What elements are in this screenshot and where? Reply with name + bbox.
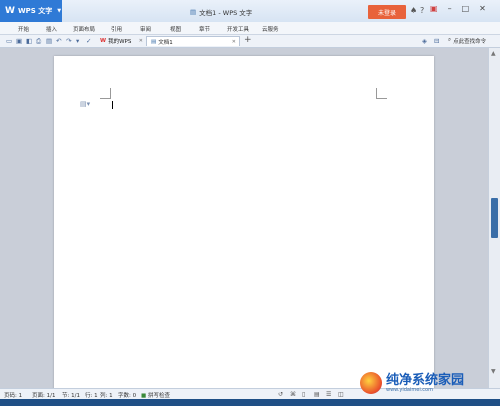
tab-review[interactable]: 审阅 (140, 25, 151, 33)
print-icon[interactable]: ⎙ (36, 37, 41, 46)
tab-view[interactable]: 视图 (170, 25, 181, 33)
status-row: 行: 1 (85, 393, 98, 399)
tab-chapter[interactable]: 章节 (199, 25, 210, 33)
page-view-icon[interactable]: ▯ (302, 391, 305, 398)
tab-document-1[interactable]: ▤ 文档1 ✕ (146, 36, 240, 46)
dropdown-icon[interactable]: ⊟ (434, 37, 439, 45)
print-preview-icon[interactable]: ▤ (46, 37, 52, 45)
menu-tab-bar: 开始 插入 页面布局 引用 审阅 视图 章节 开发工具 云服务 (0, 22, 500, 35)
outline-view-icon[interactable]: ☰ (326, 391, 331, 398)
save-icon[interactable]: ▣ (16, 37, 22, 45)
status-section: 节: 1/1 (62, 393, 80, 399)
export-pdf-icon[interactable]: ◧ (26, 37, 32, 45)
status-column: 列: 1 (100, 393, 113, 399)
history-icon[interactable]: ↺ (278, 391, 283, 398)
watermark-text: 纯净系统家园 (386, 372, 465, 388)
title-bar: W WPS 文字 ▼ ▤ 文档1 - WPS 文字 未登录 ♠ ? ▣ – □ … (0, 0, 500, 23)
status-pages: 页面: 1/1 (32, 393, 56, 399)
status-page-number: 页码: 1 (4, 393, 23, 399)
status-word-count: 字数: 0 (118, 393, 137, 399)
tab-insert[interactable]: 插入 (46, 25, 57, 33)
chevron-down-icon: ▼ (57, 8, 62, 14)
web-view-icon[interactable]: ▤ (314, 391, 320, 398)
app-menu-button[interactable]: W WPS 文字 ▼ (0, 0, 62, 22)
tab-home[interactable]: 开始 (18, 25, 29, 33)
login-button[interactable]: 未登录 (368, 5, 406, 19)
check-icon[interactable]: ✓ (86, 37, 91, 45)
command-search-label: 点此查找命令 (453, 39, 487, 45)
compare-icon[interactable]: ⌘ (290, 391, 296, 398)
tab-my-wps[interactable]: W 我的WPS ✕ (96, 36, 146, 46)
window-title: ▤ 文档1 - WPS 文字 (190, 7, 252, 17)
paragraph-layout-icon[interactable]: ▤▾ (80, 100, 90, 108)
tab-developer-tools[interactable]: 开发工具 (227, 25, 249, 33)
scroll-down-icon[interactable]: ▼ (491, 368, 496, 375)
site-watermark: 纯净系统家园 www.yidaimei.com (360, 372, 464, 394)
tab-page-layout[interactable]: 页面布局 (73, 25, 95, 33)
read-view-icon[interactable]: ◫ (338, 391, 344, 398)
undo-icon[interactable]: ↶ (56, 37, 61, 45)
skin-icon[interactable]: ▣ (430, 4, 438, 13)
close-icon[interactable]: ✕ (139, 38, 143, 44)
window-controls: ▣ – □ ✕ (430, 4, 486, 13)
margin-corner-top-left (100, 88, 111, 99)
close-button[interactable]: ✕ (479, 4, 486, 13)
app-menu-label: WPS 文字 (17, 7, 53, 15)
tab-references[interactable]: 引用 (111, 25, 122, 33)
document-icon: ▤ (151, 38, 157, 45)
pin-icon[interactable]: ◈ (422, 37, 427, 45)
document-icon: ▤ (190, 8, 197, 16)
watermark-logo-icon (360, 372, 382, 394)
open-icon[interactable]: ▭ (6, 37, 12, 45)
maximize-button[interactable]: □ (462, 4, 470, 13)
document-page[interactable]: ▤▾ (54, 56, 434, 391)
command-search[interactable]: ⌕ 点此查找命令 (448, 37, 486, 45)
text-cursor (112, 101, 113, 109)
new-tab-button[interactable]: + (244, 35, 252, 45)
shirt-icon[interactable]: ♠ (410, 6, 417, 15)
margin-corner-top-right (376, 88, 387, 99)
tab-my-wps-label: 我的WPS (108, 39, 132, 45)
taskbar (0, 399, 500, 406)
search-icon: ⌕ (448, 37, 452, 43)
minimize-button[interactable]: – (448, 4, 452, 13)
window-title-text: 文档1 - WPS 文字 (199, 9, 253, 17)
wps-logo-icon: W (100, 38, 107, 44)
quick-toolbar: ▭ ▣ ◧ ⎙ ▤ ↶ ↷ ▾ ✓ W 我的WPS ✕ ▤ 文档1 ✕ + ◈ … (0, 35, 500, 48)
scroll-up-icon[interactable]: ▲ (491, 50, 496, 57)
spell-check-toggle[interactable]: ■ 拼写检查 (141, 391, 170, 399)
wps-logo-icon: W (5, 6, 15, 16)
redo-icon[interactable]: ↷ (66, 37, 71, 45)
close-icon[interactable]: ✕ (232, 39, 236, 45)
scrollbar-thumb[interactable] (491, 198, 498, 238)
tab-cloud-service[interactable]: 云服务 (262, 25, 279, 33)
customize-arrow-icon[interactable]: ▾ (76, 37, 79, 45)
help-icon[interactable]: ? (420, 6, 424, 15)
watermark-text-block: 纯净系统家园 www.yidaimei.com (386, 374, 464, 393)
tab-document-1-label: 文档1 (158, 39, 173, 46)
vertical-scrollbar[interactable]: ▲ ▼ (488, 48, 500, 388)
